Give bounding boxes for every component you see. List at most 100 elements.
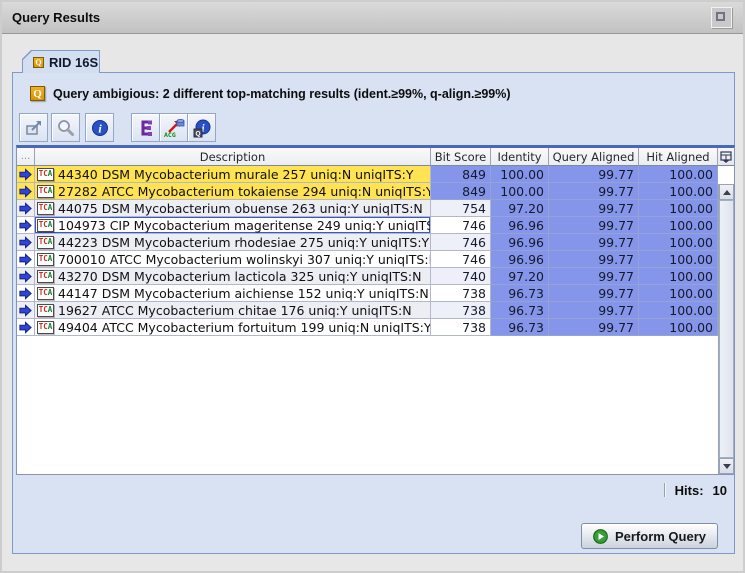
- description-cell: TCA 104973 CIP Mycobacterium mageritense…: [35, 217, 431, 234]
- row-arrow-icon[interactable]: [18, 286, 33, 301]
- table-row[interactable]: TCA 49404 ATCC Mycobacterium fortuitum 1…: [17, 319, 734, 336]
- bit-score-cell: 746: [431, 217, 491, 234]
- maximize-button[interactable]: [711, 7, 732, 28]
- row-arrow-icon[interactable]: [18, 252, 33, 267]
- column-header-handle[interactable]: ...: [17, 148, 35, 166]
- description-cell: TCA 43270 DSM Mycobacterium lacticola 32…: [35, 268, 431, 285]
- sequence-icon: TCA: [37, 236, 54, 249]
- description-text: 44147 DSM Mycobacterium aichiense 152 un…: [58, 286, 429, 301]
- scroll-down-button[interactable]: [719, 458, 734, 474]
- sequence-icon: TCA: [37, 270, 54, 283]
- table-row[interactable]: TCA 44147 DSM Mycobacterium aichiense 15…: [17, 285, 734, 302]
- bit-score-cell: 746: [431, 234, 491, 251]
- query-ambiguous-message: Q Query ambigious: 2 different top-match…: [30, 86, 511, 101]
- identity-cell: 96.96: [491, 251, 549, 268]
- info-button[interactable]: i: [85, 113, 114, 142]
- tab-rid-16s[interactable]: Q RID 16S: [22, 50, 100, 73]
- hits-status: Hits: 10: [664, 481, 727, 499]
- hit-aligned-cell: 100.00: [639, 285, 718, 302]
- column-header-hit-aligned[interactable]: Hit Aligned: [639, 148, 718, 166]
- query-aligned-cell: 99.77: [549, 183, 639, 200]
- sequence-icon: TCA: [37, 219, 54, 232]
- query-warning-icon: Q: [30, 86, 45, 101]
- warning-text: Query ambigious: 2 different top-matchin…: [53, 87, 511, 101]
- query-info-button[interactable]: i Q: [187, 113, 216, 142]
- zoom-button[interactable]: [51, 113, 80, 142]
- query-aligned-cell: 99.77: [549, 302, 639, 319]
- fragment-button[interactable]: [131, 113, 160, 142]
- identity-cell: 96.73: [491, 302, 549, 319]
- row-arrow-icon[interactable]: [18, 167, 33, 182]
- row-arrow-icon[interactable]: [18, 269, 33, 284]
- bit-score-cell: 738: [431, 285, 491, 302]
- description-text: 44075 DSM Mycobacterium obuense 263 uniq…: [58, 201, 423, 216]
- hit-aligned-cell: 100.00: [639, 268, 718, 285]
- table-body: TCA 44340 DSM Mycobacterium murale 257 u…: [17, 166, 734, 474]
- column-header-identity[interactable]: Identity: [491, 148, 549, 166]
- tab-label: RID 16S: [49, 55, 98, 70]
- vertical-scrollbar[interactable]: [718, 184, 734, 474]
- scrollbar-thumb[interactable]: [719, 200, 734, 458]
- description-cell: TCA 44340 DSM Mycobacterium murale 257 u…: [35, 166, 431, 183]
- row-arrow-icon[interactable]: [18, 303, 33, 318]
- description-cell: TCA 27282 ATCC Mycobacterium tokaiense 2…: [35, 183, 431, 200]
- row-arrow-icon[interactable]: [18, 235, 33, 250]
- column-header-query-aligned[interactable]: Query Aligned: [549, 148, 639, 166]
- query-aligned-cell: 99.77: [549, 268, 639, 285]
- bit-score-cell: 738: [431, 319, 491, 336]
- identity-cell: 97.20: [491, 268, 549, 285]
- bit-score-cell: 849: [431, 183, 491, 200]
- description-text: 19627 ATCC Mycobacterium chitae 176 uniq…: [58, 303, 412, 318]
- hit-aligned-cell: 100.00: [639, 166, 718, 183]
- hits-separator: [664, 483, 666, 497]
- description-text: 27282 ATCC Mycobacterium tokaiense 294 u…: [58, 184, 430, 199]
- hits-label: Hits:: [675, 483, 704, 498]
- export-icon: [23, 117, 45, 139]
- perform-query-label: Perform Query: [615, 529, 706, 544]
- row-arrow-icon[interactable]: [18, 320, 33, 335]
- column-settings-button[interactable]: [718, 148, 734, 166]
- titlebar: Query Results: [2, 2, 743, 34]
- description-cell: TCA 44223 DSM Mycobacterium rhodesiae 27…: [35, 234, 431, 251]
- hit-aligned-cell: 100.00: [639, 251, 718, 268]
- description-text: 700010 ATCC Mycobacterium wolinskyi 307 …: [58, 252, 430, 267]
- identity-cell: 96.96: [491, 234, 549, 251]
- scroll-up-button[interactable]: [719, 184, 734, 200]
- query-aligned-cell: 99.77: [549, 166, 639, 183]
- window-title: Query Results: [12, 10, 100, 25]
- hit-aligned-cell: 100.00: [639, 302, 718, 319]
- row-arrow-icon[interactable]: [18, 218, 33, 233]
- table-row[interactable]: TCA 44075 DSM Mycobacterium obuense 263 …: [17, 200, 734, 217]
- scroll-down-icon: [723, 464, 731, 469]
- query-tab-icon: Q: [33, 57, 44, 68]
- identity-cell: 96.73: [491, 319, 549, 336]
- description-cell: TCA 44075 DSM Mycobacterium obuense 263 …: [35, 200, 431, 217]
- description-cell: TCA 700010 ATCC Mycobacterium wolinskyi …: [35, 251, 431, 268]
- hit-aligned-cell: 100.00: [639, 217, 718, 234]
- row-arrow-icon[interactable]: [18, 184, 33, 199]
- table-row[interactable]: TCA 44340 DSM Mycobacterium murale 257 u…: [17, 166, 734, 183]
- column-header-bit-score[interactable]: Bit Score: [431, 148, 491, 166]
- export-button[interactable]: [19, 113, 48, 142]
- table-row[interactable]: TCA 43270 DSM Mycobacterium lacticola 32…: [17, 268, 734, 285]
- bit-score-cell: 849: [431, 166, 491, 183]
- table-row[interactable]: TCA 700010 ATCC Mycobacterium wolinskyi …: [17, 251, 734, 268]
- query-aligned-cell: 99.77: [549, 319, 639, 336]
- bit-score-cell: 746: [431, 251, 491, 268]
- row-arrow-icon[interactable]: [18, 201, 33, 216]
- query-aligned-cell: 99.77: [549, 285, 639, 302]
- description-text: 44223 DSM Mycobacterium rhodesiae 275 un…: [58, 235, 429, 250]
- perform-query-button[interactable]: Perform Query: [581, 523, 718, 549]
- table-row[interactable]: TCA 27282 ATCC Mycobacterium tokaiense 2…: [17, 183, 734, 200]
- table-row[interactable]: TCA 44223 DSM Mycobacterium rhodesiae 27…: [17, 234, 734, 251]
- table-settings-icon: [720, 151, 732, 163]
- column-header-description[interactable]: Description: [35, 148, 431, 166]
- table-row[interactable]: TCA 104973 CIP Mycobacterium mageritense…: [17, 217, 734, 234]
- results-table: ... Description Bit Score Identity Query…: [16, 145, 735, 475]
- identity-cell: 100.00: [491, 183, 549, 200]
- table-row[interactable]: TCA 19627 ATCC Mycobacterium chitae 176 …: [17, 302, 734, 319]
- description-text: 43270 DSM Mycobacterium lacticola 325 un…: [58, 269, 421, 284]
- bit-score-cell: 754: [431, 200, 491, 217]
- blast-sequence-button[interactable]: ACG: [159, 113, 188, 142]
- sequence-icon: TCA: [37, 168, 54, 181]
